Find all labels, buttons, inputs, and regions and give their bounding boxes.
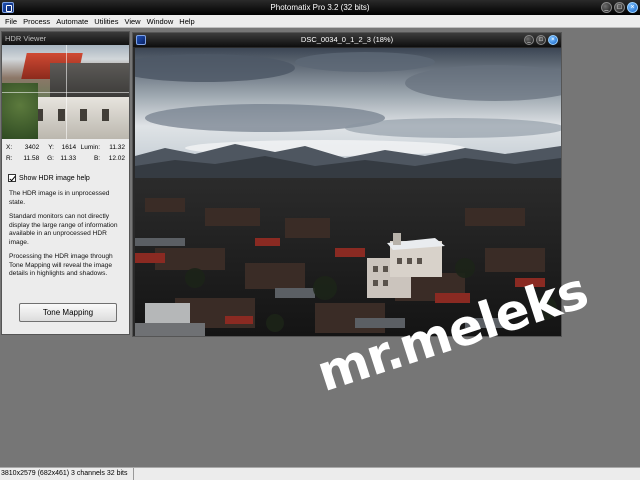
image-window-icon[interactable] [136,35,146,45]
readout-y: 1614 [61,144,77,151]
help-text: The HDR image is in unprocessed state. S… [2,182,129,279]
minimize-icon[interactable]: _ [601,2,612,13]
hdr-viewer-panel: HDR Viewer X: 3402 Y: 1614 Lumin: 11.32 … [1,31,130,335]
help-paragraph: The HDR image is in unprocessed state. [9,190,110,206]
title-bar: Photomatix Pro 3.2 (32 bits) _ □ × [0,0,640,15]
image-window-title: DSC_0034_0_1_2_3 (18%) [300,35,394,44]
readout-r: 11.58 [23,155,40,162]
window-controls: _ □ × [601,2,638,13]
show-help-checkbox[interactable] [8,174,16,182]
status-bar: 3810x2579 (682x461) 3 channels 32 bits [0,467,640,480]
show-help-label: Show HDR image help [19,174,90,182]
window-title: Photomatix Pro 3.2 (32 bits) [270,3,370,12]
hdr-viewer-preview[interactable] [2,45,129,139]
menu-file[interactable]: File [2,15,20,27]
close-icon[interactable]: × [627,2,638,13]
readout-lumin: 11.32 [109,144,126,151]
help-paragraph: Standard monitors can not directly displ… [9,213,118,246]
tone-mapping-button[interactable]: Tone Mapping [19,303,117,322]
hdr-viewer-title[interactable]: HDR Viewer [2,32,129,45]
crosshair-horizontal [2,92,129,93]
menu-help[interactable]: Help [176,15,197,27]
status-text: 3810x2579 (682x461) 3 channels 32 bits [1,468,135,480]
help-paragraph: Processing the HDR image through Tone Ma… [9,253,113,277]
maximize-icon[interactable]: □ [536,35,546,45]
menu-automate[interactable]: Automate [53,15,91,27]
readout-x: 3402 [24,144,40,151]
pixel-readout: X: 3402 Y: 1614 Lumin: 11.32 R: 11.58 G:… [6,144,126,162]
image-window-titlebar[interactable]: DSC_0034_0_1_2_3 (18%) _ □ × [133,33,561,47]
show-help-checkbox-row[interactable]: Show HDR image help [8,174,129,182]
readout-g: 11.33 [60,155,77,162]
menu-view[interactable]: View [121,15,143,27]
readout-b: 12.02 [108,155,126,162]
menu-bar: File Process Automate Utilities View Win… [0,15,640,28]
maximize-icon[interactable]: □ [614,2,625,13]
minimize-icon[interactable]: _ [524,35,534,45]
menu-process[interactable]: Process [20,15,53,27]
image-window-controls: _ □ × [524,35,558,45]
close-icon[interactable]: × [548,35,558,45]
menu-utilities[interactable]: Utilities [91,15,121,27]
menu-window[interactable]: Window [144,15,177,27]
